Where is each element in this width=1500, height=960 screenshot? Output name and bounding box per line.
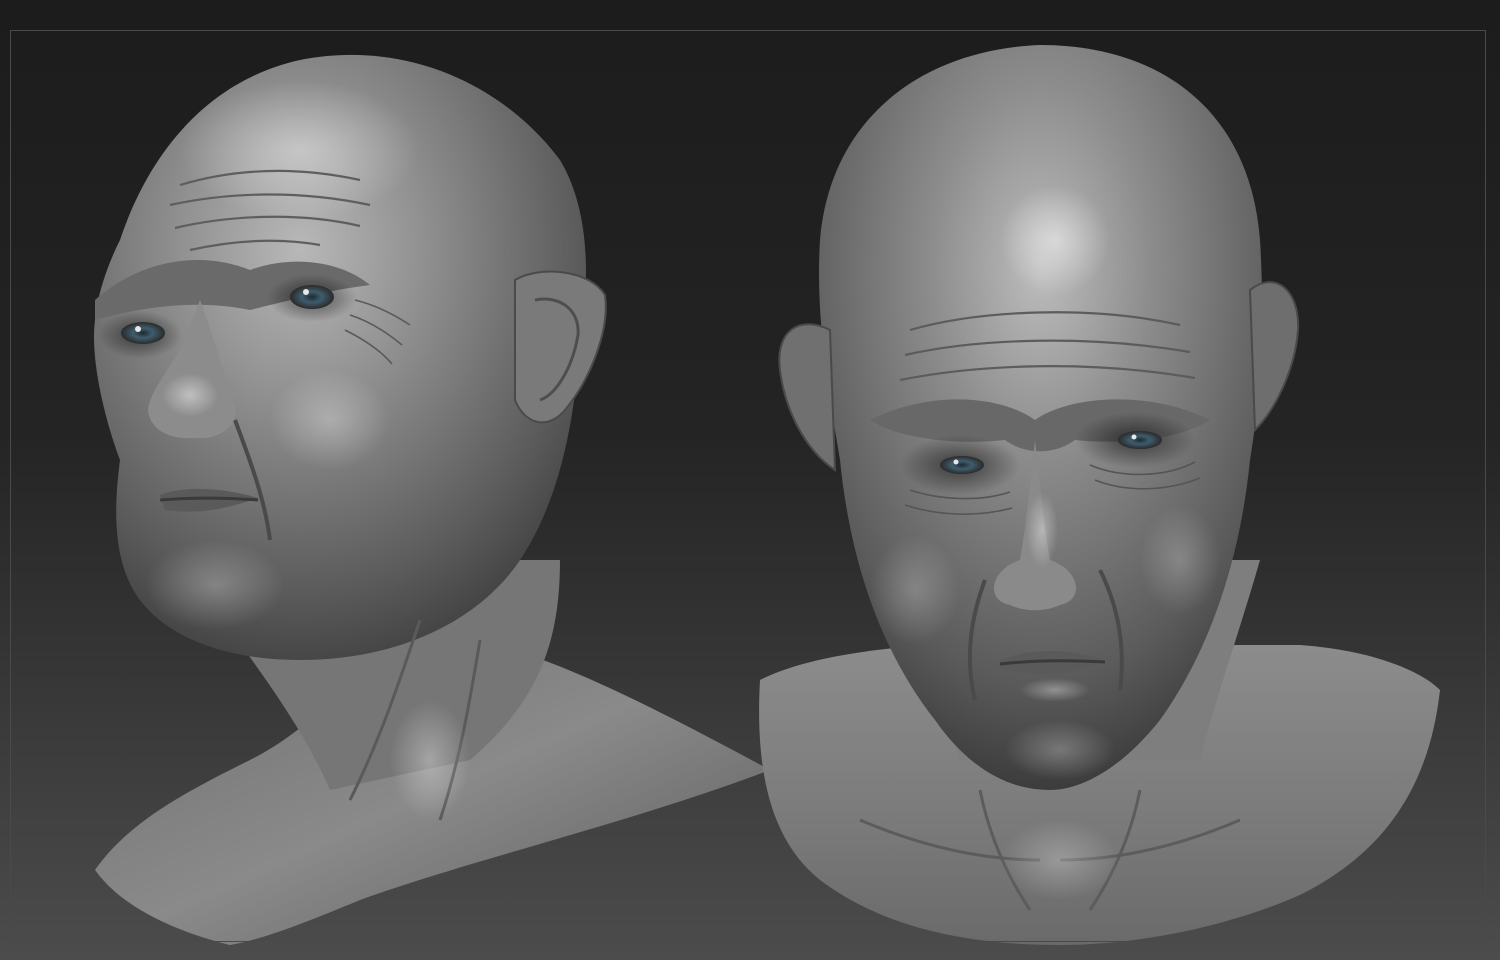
render-canvas <box>0 0 1500 960</box>
viewport-border <box>10 30 1486 942</box>
